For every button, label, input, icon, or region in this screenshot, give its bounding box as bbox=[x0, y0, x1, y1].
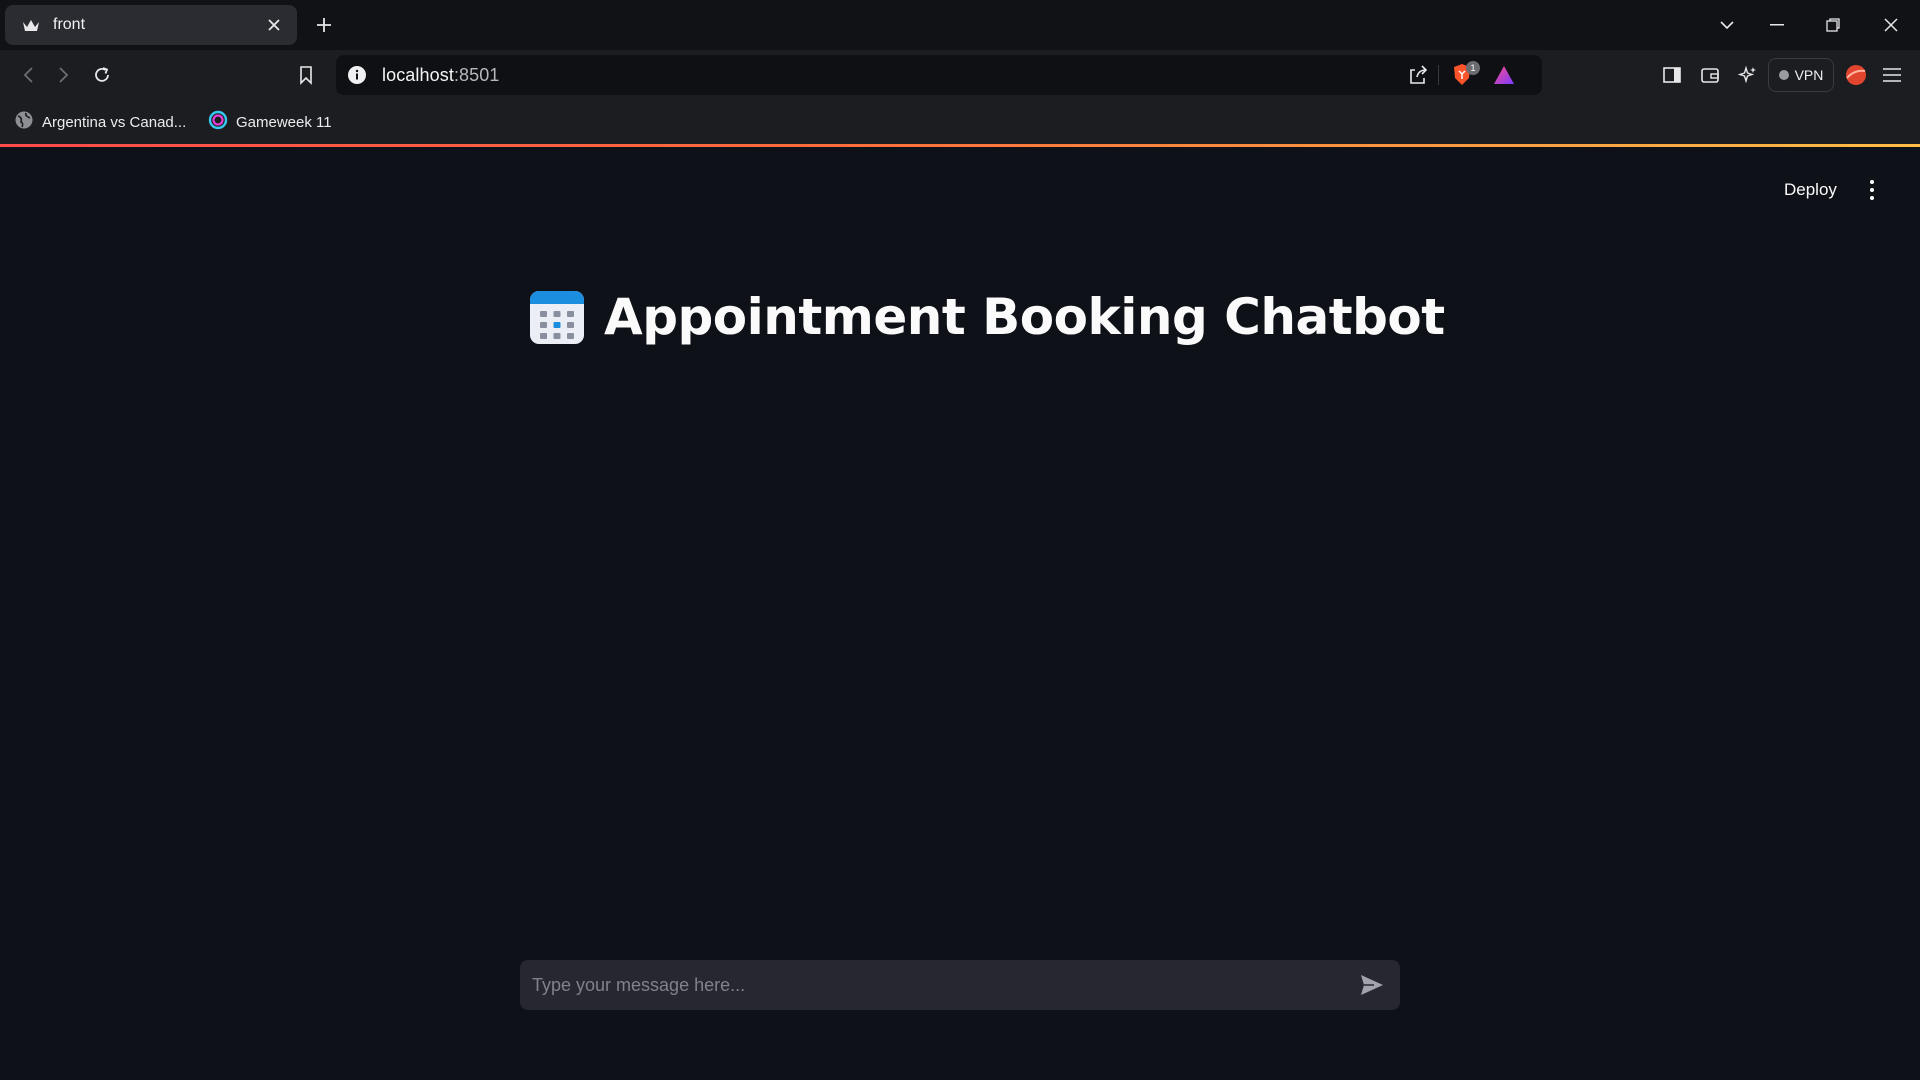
bookmarks-bar: Argentina vs Canad... Gameweek 11 bbox=[0, 100, 1920, 144]
share-icon[interactable] bbox=[1406, 63, 1430, 87]
browser-tab-strip: front bbox=[0, 0, 1920, 50]
address-bar[interactable]: localhost:8501 1 bbox=[336, 55, 1542, 95]
more-options-icon[interactable] bbox=[1860, 176, 1884, 204]
close-tab-icon[interactable] bbox=[263, 14, 285, 36]
bookmark-gameweek[interactable]: Gameweek 11 bbox=[208, 110, 332, 134]
page-title: Appointment Booking Chatbot bbox=[528, 288, 1445, 346]
tab-title: front bbox=[53, 16, 86, 33]
tab-search-chevron-icon[interactable] bbox=[1712, 10, 1742, 40]
app-title: Appointment Booking Chatbot bbox=[604, 288, 1445, 346]
calendar-icon bbox=[528, 288, 586, 346]
wallet-icon[interactable] bbox=[1696, 61, 1724, 89]
send-icon[interactable] bbox=[1358, 972, 1386, 998]
url-host: localhost bbox=[382, 65, 454, 85]
chat-input-container bbox=[520, 960, 1400, 1010]
vpn-status-icon bbox=[1778, 70, 1789, 80]
leo-ai-icon[interactable] bbox=[1734, 61, 1762, 89]
profile-avatar-icon[interactable] bbox=[1842, 61, 1870, 89]
ring-logo-icon bbox=[208, 110, 228, 134]
brave-rewards-icon[interactable] bbox=[1492, 63, 1516, 87]
url-text[interactable]: localhost:8501 bbox=[382, 65, 500, 86]
bookmark-label: Argentina vs Canad... bbox=[42, 113, 187, 131]
reload-icon[interactable] bbox=[88, 61, 116, 89]
globe-icon bbox=[14, 110, 34, 134]
url-port: :8501 bbox=[453, 65, 500, 85]
browser-toolbar: localhost:8501 1 VPN bbox=[0, 50, 1920, 100]
sidebar-icon[interactable] bbox=[1658, 61, 1686, 89]
app-loading-bar bbox=[0, 144, 1920, 147]
menu-icon[interactable] bbox=[1878, 61, 1906, 89]
shields-count-badge: 1 bbox=[1466, 61, 1480, 75]
crown-icon bbox=[21, 15, 41, 35]
vpn-button[interactable]: VPN bbox=[1768, 58, 1834, 92]
browser-tab[interactable]: front bbox=[5, 5, 297, 45]
forward-icon[interactable] bbox=[50, 61, 78, 89]
url-divider bbox=[1438, 65, 1439, 85]
close-window-icon[interactable] bbox=[1876, 10, 1906, 40]
chat-message-input[interactable] bbox=[520, 960, 1340, 1010]
vpn-label: VPN bbox=[1794, 67, 1824, 83]
bookmark-icon[interactable] bbox=[292, 61, 320, 89]
bookmark-argentina[interactable]: Argentina vs Canad... bbox=[14, 110, 186, 134]
back-icon[interactable] bbox=[14, 61, 42, 89]
new-tab-icon[interactable] bbox=[312, 13, 336, 37]
deploy-button[interactable]: Deploy bbox=[1776, 176, 1845, 204]
bookmark-label: Gameweek 11 bbox=[236, 113, 332, 131]
restore-icon[interactable] bbox=[1818, 10, 1848, 40]
minimize-icon[interactable] bbox=[1762, 10, 1792, 40]
site-info-icon[interactable] bbox=[346, 64, 368, 86]
